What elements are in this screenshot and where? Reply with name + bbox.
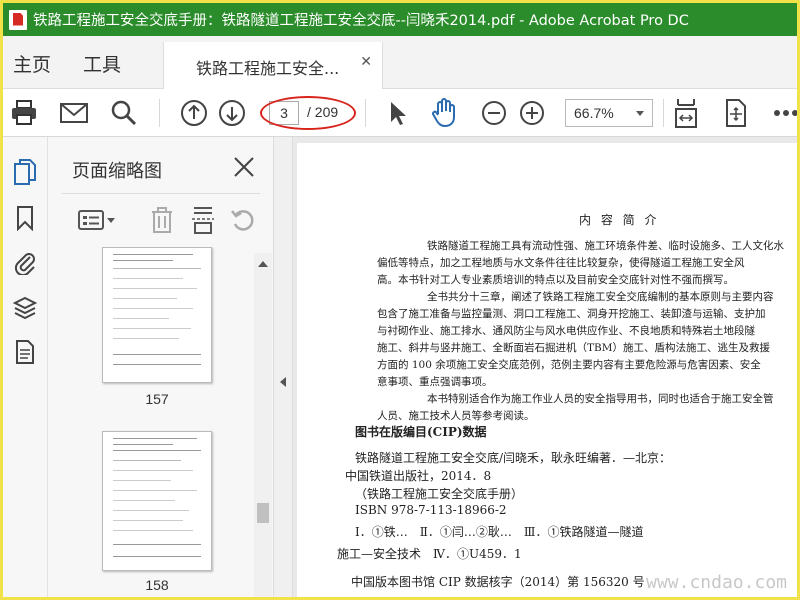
toolbar-divider xyxy=(663,99,664,127)
page-thumbnails-icon[interactable] xyxy=(12,159,38,185)
toolbar-divider xyxy=(365,99,366,127)
navigation-rail xyxy=(3,137,48,597)
thumbnail-options-button[interactable] xyxy=(78,205,116,235)
select-cursor-icon[interactable] xyxy=(383,98,413,128)
annotation-oval xyxy=(260,96,356,130)
body-line: 施工、斜井与竖井施工、全断面岩石掘进机（TBM）施工、盾构法施工、逃生及救援 xyxy=(377,342,770,354)
body-line: 偏低等特点，加之工程地质与水文条件往往比较复杂，使得隧道工程施工安全风 xyxy=(377,257,745,269)
fit-page-icon[interactable] xyxy=(721,98,751,128)
delete-page-icon[interactable] xyxy=(150,205,174,235)
thumbnail-list: 157 158 xyxy=(62,247,272,597)
collapse-arrow-icon xyxy=(280,377,286,387)
acrobat-app-icon xyxy=(9,9,27,30)
cip-line: 中国版本图书馆 CIP 数据核字（2014）第 156320 号 xyxy=(351,575,645,589)
body-line: 意事项、重点强调事项。 xyxy=(377,376,493,388)
thumbnail-scrollbar[interactable] xyxy=(254,253,272,597)
close-panel-icon[interactable] xyxy=(232,155,256,179)
body-line: 人员、施工技术人员等参考阅读。 xyxy=(377,410,535,422)
document-icon[interactable] xyxy=(12,339,38,365)
thumbnail-page-number: 157 xyxy=(145,391,169,407)
cip-line: 铁路隧道工程施工安全交底/闫晓禾，耿永旺编著．—北京： xyxy=(355,451,672,465)
cip-title: 图书在版编目(CIP)数据 xyxy=(355,425,487,439)
cip-line: 中国铁道出版社，2014．8 xyxy=(345,469,492,483)
bookmark-icon[interactable] xyxy=(12,205,38,231)
search-icon[interactable] xyxy=(109,98,139,128)
body-line: 本书特别适合作为施工作业人员的安全指导用书，同时也适合于施工安全管 xyxy=(427,393,774,405)
title-bar: 铁路工程施工安全交底手册：铁路隧道工程施工安全交底--闫晓禾2014.pdf -… xyxy=(3,3,797,36)
previous-page-icon[interactable] xyxy=(179,98,209,128)
menu-bar: 主页 工具 铁路工程施工安全... ✕ xyxy=(3,36,797,90)
zoom-level-select[interactable]: 66.7% xyxy=(565,99,653,127)
body-line: 铁路隧道工程施工具有流动性强、施工环境条件差、临时设施多、工人文化水 xyxy=(427,240,784,252)
document-view[interactable]: 内 容 简 介 铁路隧道工程施工具有流动性强、施工环境条件差、临时设施多、工人文… xyxy=(293,137,797,597)
thumbnail-page-number: 158 xyxy=(145,577,169,593)
rotate-page-icon[interactable] xyxy=(230,205,256,235)
attachment-icon[interactable] xyxy=(12,249,38,275)
page-thumbnail[interactable] xyxy=(102,247,212,383)
body-line: 方面的 100 余项施工安全交底范例，范例主要内容有主要危险源与危害因素、安全 xyxy=(377,359,761,371)
cip-line: （铁路工程施工安全交底手册） xyxy=(355,487,524,501)
acrobat-window: 铁路工程施工安全交底手册：铁路隧道工程施工安全交底--闫晓禾2014.pdf -… xyxy=(3,3,797,597)
zoom-out-icon[interactable] xyxy=(479,98,509,128)
zoom-in-icon[interactable] xyxy=(517,98,547,128)
home-tab[interactable]: 主页 xyxy=(13,50,51,77)
cip-line: 施工—安全技术 Ⅳ．①U459．1 xyxy=(337,547,522,561)
body-line: 包含了施工准备与监控量测、洞口工程施工、洞身开挖施工、装卸渣与运输、支护加 xyxy=(377,308,766,320)
document-tab-label: 铁路工程施工安全... xyxy=(196,59,340,78)
close-tab-icon[interactable]: ✕ xyxy=(360,54,372,70)
window-title: 铁路工程施工安全交底手册：铁路隧道工程施工安全交底--闫晓禾2014.pdf -… xyxy=(33,13,689,29)
body-line: 全书共分十三章，阐述了铁路工程施工安全交底编制的基本原则与主要内容 xyxy=(427,291,774,303)
chevron-down-icon xyxy=(636,111,644,116)
scroll-up-icon[interactable] xyxy=(258,261,268,267)
more-options-icon[interactable] xyxy=(771,98,797,128)
next-page-icon[interactable] xyxy=(217,98,247,128)
page-thumbnail[interactable] xyxy=(102,431,212,571)
page-heading: 内 容 简 介 xyxy=(579,213,660,227)
fit-width-icon[interactable] xyxy=(671,98,701,128)
toolbar-divider xyxy=(159,99,160,127)
body-line: 高。本书针对工人专业素质培训的特点以及目前安全交底针对性不强而撰写。 xyxy=(377,274,734,286)
thumbnails-panel: 页面缩略图 157 158 xyxy=(48,137,274,597)
print-icon[interactable] xyxy=(9,98,39,128)
scrollbar-thumb[interactable] xyxy=(257,503,269,523)
toolbar: 3 / 209 66.7% xyxy=(3,89,797,137)
tools-tab[interactable]: 工具 xyxy=(83,50,121,77)
hand-tool-icon[interactable] xyxy=(429,98,459,128)
document-tab[interactable]: 铁路工程施工安全... ✕ xyxy=(163,42,383,90)
panel-divider xyxy=(62,193,260,194)
watermark: www.cndao.com xyxy=(646,572,787,593)
layers-icon[interactable] xyxy=(12,295,38,321)
zoom-level-value: 66.7% xyxy=(574,105,614,121)
body-line: 与衬砌作业、施工排水、通风防尘与风水电供应作业、不良地质和特殊岩土地段隧 xyxy=(377,325,755,337)
pdf-page: 内 容 简 介 铁路隧道工程施工具有流动性强、施工环境条件差、临时设施多、工人文… xyxy=(297,143,797,597)
email-icon[interactable] xyxy=(59,98,89,128)
collapse-panel-handle[interactable] xyxy=(274,137,293,597)
extract-page-icon[interactable] xyxy=(190,205,216,235)
panel-title: 页面缩略图 xyxy=(72,161,162,182)
cip-line: Ⅰ．①铁… Ⅱ．①闫…②耿… Ⅲ．①铁路隧道—隧道 xyxy=(355,525,644,539)
cip-line: ISBN 978-7-113-18966-2 xyxy=(355,503,507,517)
